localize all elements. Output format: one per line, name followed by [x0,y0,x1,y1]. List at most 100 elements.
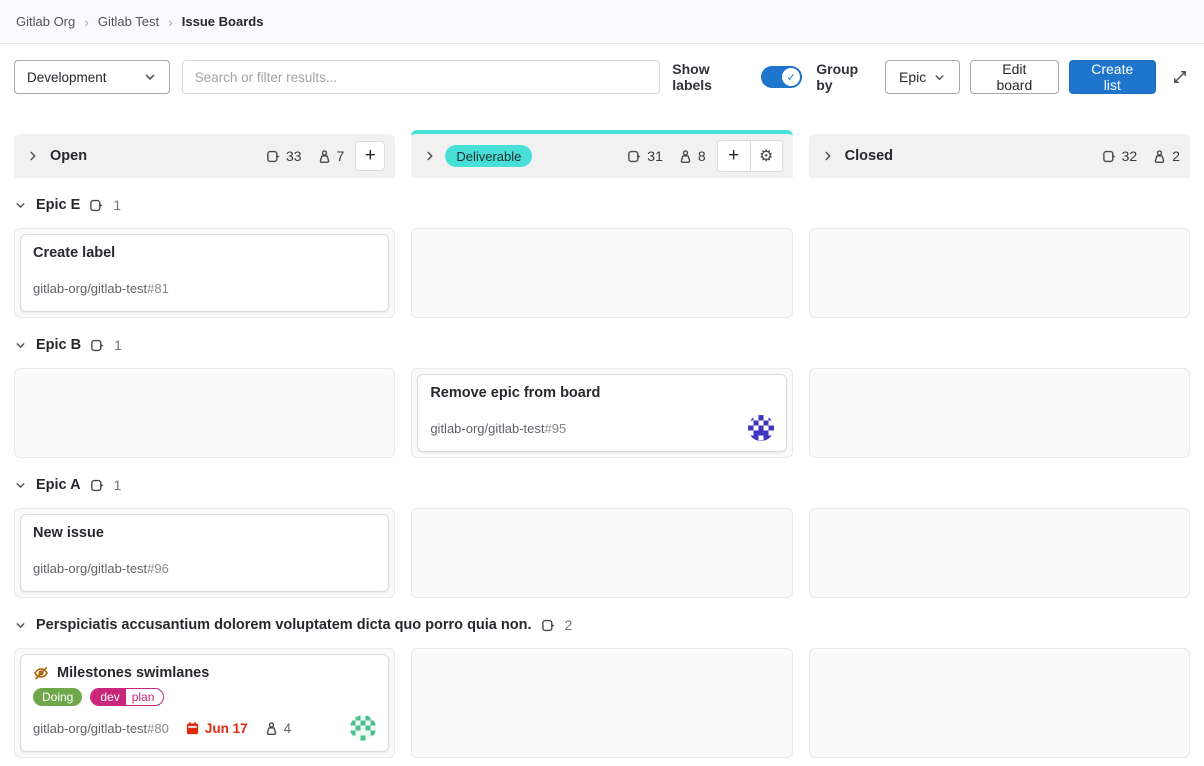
group-by-dropdown[interactable]: Epic [885,60,960,94]
issues-icon [541,618,556,633]
swimlane-header-epic-e: Epic E 1 [14,194,1190,216]
board-cell-empty[interactable] [809,368,1190,458]
weight-icon [678,149,693,164]
board-cell[interactable]: Milestones swimlanes Doing dev plan gitl… [14,648,395,758]
column-headers-row: Open 33 7 + Deliverable [14,130,1190,178]
show-labels-toggle[interactable]: ✓ [761,66,803,88]
issue-count: 31 [647,148,663,164]
swimlane-cells: New issue gitlab-org/gitlab-test#96 [14,508,1190,598]
chevron-down-icon[interactable] [14,199,27,212]
scoped-label-dev-plan[interactable]: dev plan [90,688,164,706]
list-settings-gear-icon[interactable]: ⚙ [750,141,782,171]
scoped-label-key: dev [91,689,125,705]
board-cell[interactable]: Create label gitlab-org/gitlab-test#81 [14,228,395,318]
group-by-value: Epic [899,69,926,85]
create-list-button[interactable]: Create list [1069,60,1157,94]
board-cell-empty[interactable] [14,368,395,458]
column-title: Closed [845,148,893,164]
swimlane-title[interactable]: Epic E [36,197,80,213]
card-ref-path: gitlab-org/gitlab-test [33,561,147,576]
breadcrumb-current-page: Issue Boards [182,14,264,29]
chevron-down-icon[interactable] [14,339,27,352]
card-title: New issue [33,525,104,541]
issue-card-create-label[interactable]: Create label gitlab-org/gitlab-test#81 [20,234,389,312]
filter-search-box [182,60,661,94]
card-ref-id: #96 [147,561,169,576]
card-reference: gitlab-org/gitlab-test#95 [430,415,773,441]
assignee-avatar [748,415,774,441]
card-ref-id: #81 [147,281,169,296]
chevron-right-icon[interactable] [821,149,835,163]
column-header-closed: Closed 32 2 [809,134,1190,178]
issue-card-milestones-swimlanes[interactable]: Milestones swimlanes Doing dev plan gitl… [20,654,389,752]
chevron-down-icon[interactable] [14,619,27,632]
column-header-meta: 32 2 [1102,148,1180,164]
swimlane-header-epic-b: Epic B 1 [14,334,1190,356]
board-switcher-dropdown[interactable]: Development [14,60,170,94]
chevron-down-icon [933,71,946,84]
chevron-down-icon [143,70,157,84]
scoped-label-value: plan [126,690,164,704]
card-title: Milestones swimlanes [57,665,209,681]
breadcrumb-group[interactable]: Gitlab Org [16,14,75,29]
show-labels-label: Show labels [672,61,748,93]
search-input[interactable] [195,70,648,85]
weight-icon [1152,149,1167,164]
group-by-label: Group by [816,61,875,93]
weight-icon [317,149,332,164]
swimlane-title[interactable]: Epic A [36,477,81,493]
issue-count: 33 [286,148,302,164]
card-ref-path: gitlab-org/gitlab-test [33,281,147,296]
card-weight: 4 [264,721,292,736]
fullscreen-expand-icon[interactable] [1170,69,1190,85]
board-cell-empty[interactable] [411,228,792,318]
chevron-right-icon[interactable] [423,149,437,163]
board-cell-empty[interactable] [411,648,792,758]
chevron-right-icon[interactable] [26,149,40,163]
issues-icon [89,198,104,213]
card-title: Remove epic from board [430,385,600,401]
board-switcher-value: Development [27,70,107,85]
swimlane-issue-count: 1 [114,337,122,353]
card-ref-path: gitlab-org/gitlab-test [33,721,147,736]
edit-board-button[interactable]: Edit board [970,60,1058,94]
board-cell-empty[interactable] [809,508,1190,598]
chevron-down-icon[interactable] [14,479,27,492]
weight-icon [264,721,279,736]
issue-card-remove-epic[interactable]: Remove epic from board gitlab-org/gitlab… [417,374,786,452]
column-header-deliverable: Deliverable 31 8 + ⚙ [411,130,792,178]
issue-card-new-issue[interactable]: New issue gitlab-org/gitlab-test#96 [20,514,389,592]
board-cell-empty[interactable] [411,508,792,598]
swimlane-issue-count: 2 [565,617,573,633]
card-ref-id: #95 [545,421,567,436]
board-cell-empty[interactable] [809,228,1190,318]
due-date: Jun 17 [185,721,248,736]
swimlane-issue-count: 1 [113,197,121,213]
swimlane-cells: Remove epic from board gitlab-org/gitlab… [14,368,1190,458]
add-issue-button[interactable]: + [718,141,750,171]
weight-value: 4 [284,721,292,736]
card-title: Create label [33,245,115,261]
issues-icon [90,478,105,493]
calendar-icon [185,721,200,736]
swimlane-cells: Create label gitlab-org/gitlab-test#81 [14,228,1190,318]
weight-count: 2 [1172,148,1180,164]
board-cell[interactable]: New issue gitlab-org/gitlab-test#96 [14,508,395,598]
column-title: Open [50,148,87,164]
swimlane-title[interactable]: Epic B [36,337,81,353]
weight-count: 8 [698,148,706,164]
board-cell[interactable]: Remove epic from board gitlab-org/gitlab… [411,368,792,458]
column-header-meta: 31 8 + ⚙ [627,140,782,172]
swimlane-title[interactable]: Perspiciatis accusantium dolorem volupta… [36,617,532,633]
list-label-pill[interactable]: Deliverable [445,145,532,167]
column-header-open: Open 33 7 + [14,134,395,178]
breadcrumb-project[interactable]: Gitlab Test [98,14,159,29]
board-toolbar: Development Show labels ✓ Group by Epic … [14,60,1190,94]
add-issue-button[interactable]: + [355,141,385,171]
label-doing[interactable]: Doing [33,688,82,706]
board-cell-empty[interactable] [809,648,1190,758]
card-labels: Doing dev plan [33,688,376,706]
issue-count: 32 [1122,148,1138,164]
swimlane-cells: Milestones swimlanes Doing dev plan gitl… [14,648,1190,758]
toolbar-right-group: Show labels ✓ Group by Epic Edit board C… [672,60,1190,94]
